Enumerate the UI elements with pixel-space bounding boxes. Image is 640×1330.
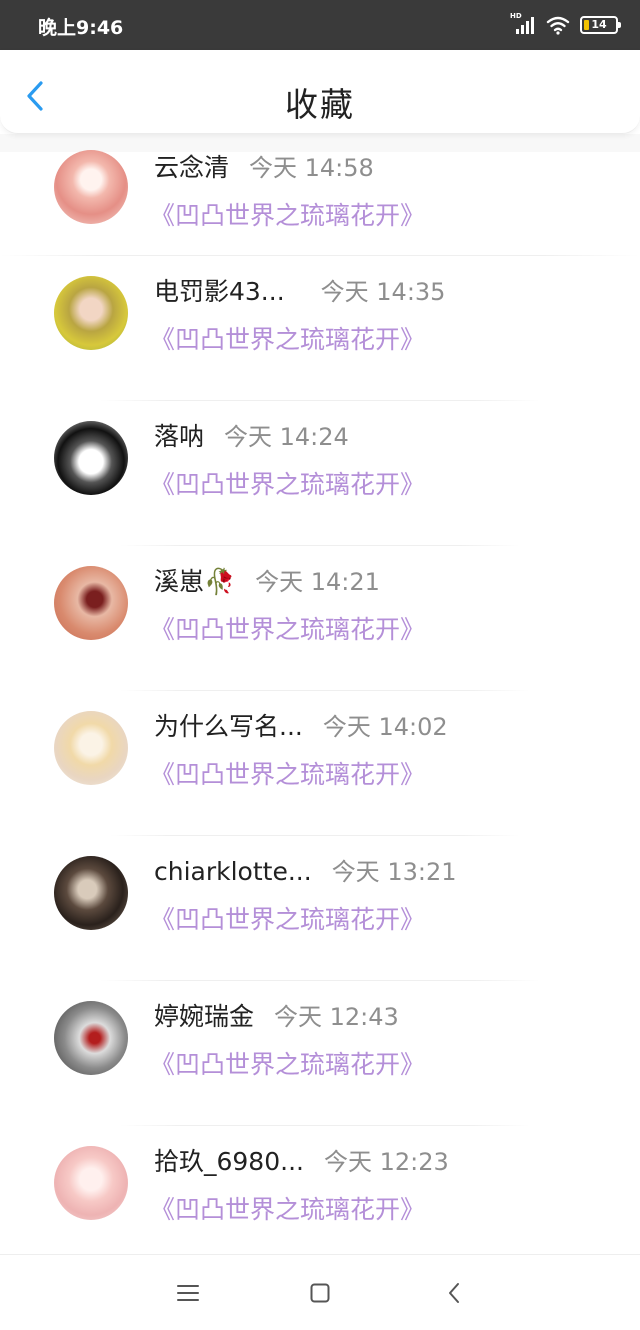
status-bar: 晚上9:46 HD 14 [0, 0, 640, 50]
avatar[interactable] [54, 711, 128, 785]
user-name: 溪崽🥀 [154, 567, 236, 596]
battery-level: 14 [591, 18, 607, 31]
network-label: HD [510, 12, 522, 20]
avatar[interactable] [54, 566, 128, 640]
work-title-link[interactable]: 《凹凸世界之琉璃花开》 [150, 196, 425, 232]
list-item[interactable]: 落呐 今天 14:24 《凹凸世界之琉璃花开》 [0, 401, 640, 546]
work-title-link[interactable]: 《凹凸世界之琉璃花开》 [150, 1045, 425, 1081]
timestamp: 今天 13:21 [331, 858, 457, 886]
header: 收藏 [0, 50, 640, 134]
status-time: 晚上9:46 [38, 17, 124, 39]
page-title: 收藏 [285, 85, 355, 124]
work-title-link[interactable]: 《凹凸世界之琉璃花开》 [150, 320, 425, 356]
avatar[interactable] [54, 421, 128, 495]
user-name: chiarklotte... [154, 857, 312, 886]
list-item[interactable]: 溪崽🥀 今天 14:21 《凹凸世界之琉璃花开》 [0, 546, 640, 691]
work-title-link[interactable]: 《凹凸世界之琉璃花开》 [150, 610, 425, 646]
menu-button[interactable] [176, 1281, 200, 1305]
timestamp: 今天 12:23 [323, 1148, 449, 1176]
timestamp: 今天 14:35 [320, 278, 446, 306]
list-item[interactable]: 婷婉瑞金 今天 12:43 《凹凸世界之琉璃花开》 [0, 981, 640, 1126]
list-item[interactable]: 云念清 今天 14:58 《凹凸世界之琉璃花开》 [0, 150, 640, 256]
battery-icon: 14 [580, 16, 621, 34]
list-item[interactable]: 电罚影43... 今天 14:35 《凹凸世界之琉璃花开》 [0, 256, 640, 401]
signal-icon: HD [510, 12, 536, 36]
avatar[interactable] [54, 1001, 128, 1075]
timestamp: 今天 14:58 [249, 154, 374, 182]
list-item[interactable]: chiarklotte... 今天 13:21 《凹凸世界之琉璃花开》 [0, 836, 640, 981]
user-name: 拾玖_6980... [154, 1147, 304, 1176]
timestamp: 今天 14:02 [322, 713, 448, 741]
timestamp: 今天 14:21 [255, 568, 380, 596]
user-name: 为什么写名... [154, 712, 303, 741]
user-name: 电罚影43... [154, 277, 285, 306]
home-button[interactable] [308, 1281, 332, 1305]
avatar[interactable] [54, 856, 128, 930]
status-icons: HD 14 [510, 12, 621, 37]
nav-back-button[interactable] [442, 1281, 466, 1305]
menu-icon [177, 1285, 199, 1301]
user-name: 落呐 [154, 422, 205, 451]
avatar[interactable] [54, 276, 128, 350]
user-name: 云念清 [154, 153, 230, 182]
work-title-link[interactable]: 《凹凸世界之琉璃花开》 [150, 465, 425, 501]
timestamp: 今天 14:24 [224, 423, 349, 451]
list-item[interactable]: 为什么写名... 今天 14:02 《凹凸世界之琉璃花开》 [0, 691, 640, 836]
work-title-link[interactable]: 《凹凸世界之琉璃花开》 [150, 755, 425, 791]
favorites-list[interactable]: 云念清 今天 14:58 《凹凸世界之琉璃花开》 电罚影43... 今天 14:… [0, 134, 640, 1254]
list-item[interactable]: 拾玖_6980... 今天 12:23 《凹凸世界之琉璃花开》 [0, 1126, 640, 1254]
work-title-link[interactable]: 《凹凸世界之琉璃花开》 [150, 900, 425, 936]
home-square-icon [310, 1283, 330, 1303]
system-nav-bar [0, 1254, 640, 1330]
back-triangle-icon [449, 1283, 459, 1303]
wifi-icon [546, 16, 570, 35]
avatar[interactable] [54, 150, 128, 224]
timestamp: 今天 12:43 [274, 1003, 399, 1031]
avatar[interactable] [54, 1146, 128, 1220]
work-title-link[interactable]: 《凹凸世界之琉璃花开》 [150, 1190, 425, 1226]
user-name: 婷婉瑞金 [154, 1002, 255, 1031]
